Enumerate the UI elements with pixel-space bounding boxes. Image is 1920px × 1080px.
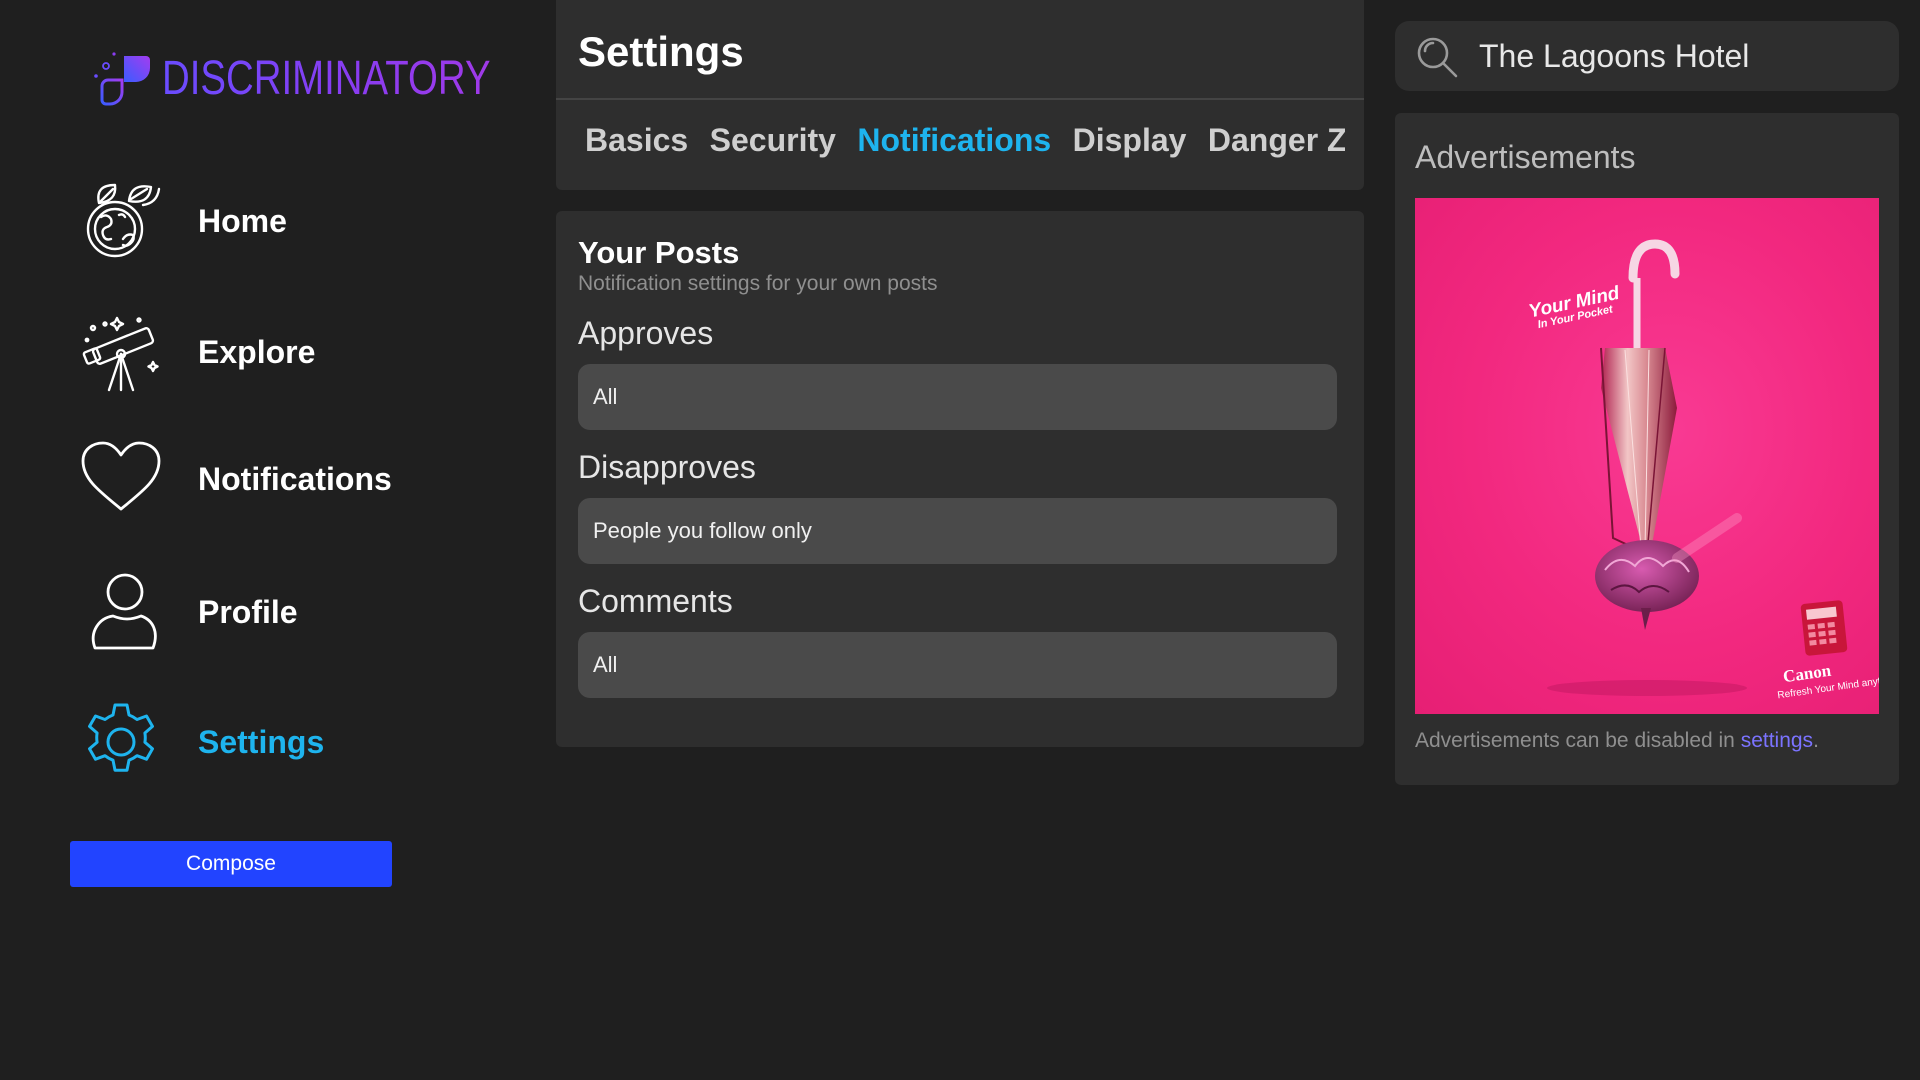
tab-danger-zone[interactable]: Danger Zone bbox=[1208, 122, 1345, 159]
disapproves-label: Disapproves bbox=[578, 449, 756, 485]
approves-value: All bbox=[593, 384, 618, 409]
advertisements-card: Advertisements Your Mind In Your Pocket … bbox=[1395, 113, 1899, 785]
advertisement-image[interactable]: Your Mind In Your Pocket Canon Refresh Y… bbox=[1415, 198, 1879, 714]
heart-icon bbox=[81, 441, 161, 511]
sidebar-item-home[interactable]: Home bbox=[76, 166, 496, 276]
disapproves-select[interactable]: People you follow only bbox=[578, 498, 1337, 564]
approves-label: Approves bbox=[578, 315, 714, 351]
tab-notifications[interactable]: Notifications bbox=[857, 122, 1051, 159]
globe-leaf-icon bbox=[86, 183, 161, 258]
sidebar-item-label: Profile bbox=[198, 593, 298, 630]
ads-settings-link[interactable]: settings bbox=[1741, 729, 1813, 752]
settings-header: Settings Basics Security Notifications D… bbox=[556, 0, 1364, 190]
sidebar-item-label: Explore bbox=[198, 333, 316, 370]
brand-name: DISCRIMINATORY bbox=[162, 51, 491, 105]
comments-value: All bbox=[593, 652, 618, 677]
settings-tabs: Basics Security Notifications Display Da… bbox=[585, 122, 1345, 168]
sidebar-item-profile[interactable]: Profile bbox=[76, 557, 496, 667]
search-icon bbox=[1417, 37, 1458, 78]
sidebar: DISCRIMINATORY Home Explore Notification… bbox=[0, 0, 520, 1080]
compose-button[interactable]: Compose bbox=[70, 841, 392, 887]
ads-note: Advertisements can be disabled in settin… bbox=[1415, 729, 1819, 752]
section-title: Your Posts bbox=[578, 235, 740, 270]
your-posts-card: Your Posts Notification settings for you… bbox=[556, 211, 1364, 747]
umbrella-brain-illustration bbox=[1547, 239, 1848, 696]
telescope-icon bbox=[82, 316, 159, 392]
tab-display[interactable]: Display bbox=[1073, 122, 1187, 159]
ads-title: Advertisements bbox=[1415, 139, 1636, 175]
search-bar[interactable] bbox=[1395, 21, 1899, 91]
comments-select[interactable]: All bbox=[578, 632, 1337, 698]
tab-basics[interactable]: Basics bbox=[585, 122, 688, 159]
approves-select[interactable]: All bbox=[578, 364, 1337, 430]
page-title: Settings bbox=[578, 28, 744, 75]
gear-icon bbox=[88, 703, 154, 772]
logo-icon bbox=[94, 52, 150, 106]
search-input[interactable] bbox=[1479, 31, 1879, 81]
sidebar-item-explore[interactable]: Explore bbox=[76, 297, 496, 407]
divider bbox=[556, 98, 1364, 100]
brand-logo[interactable]: DISCRIMINATORY bbox=[88, 50, 573, 106]
tab-security[interactable]: Security bbox=[710, 122, 836, 159]
sidebar-item-label: Notifications bbox=[198, 460, 392, 497]
disapproves-value: People you follow only bbox=[593, 518, 812, 543]
sidebar-item-label: Home bbox=[198, 202, 287, 239]
app-root: DISCRIMINATORY Home Explore Notification… bbox=[0, 0, 1920, 1080]
sidebar-item-settings[interactable]: Settings bbox=[76, 687, 496, 797]
section-subtitle: Notification settings for your own posts bbox=[578, 272, 938, 295]
comments-label: Comments bbox=[578, 583, 733, 619]
sidebar-item-label: Settings bbox=[198, 723, 325, 760]
sidebar-item-notifications[interactable]: Notifications bbox=[76, 424, 496, 534]
person-icon bbox=[91, 573, 157, 650]
